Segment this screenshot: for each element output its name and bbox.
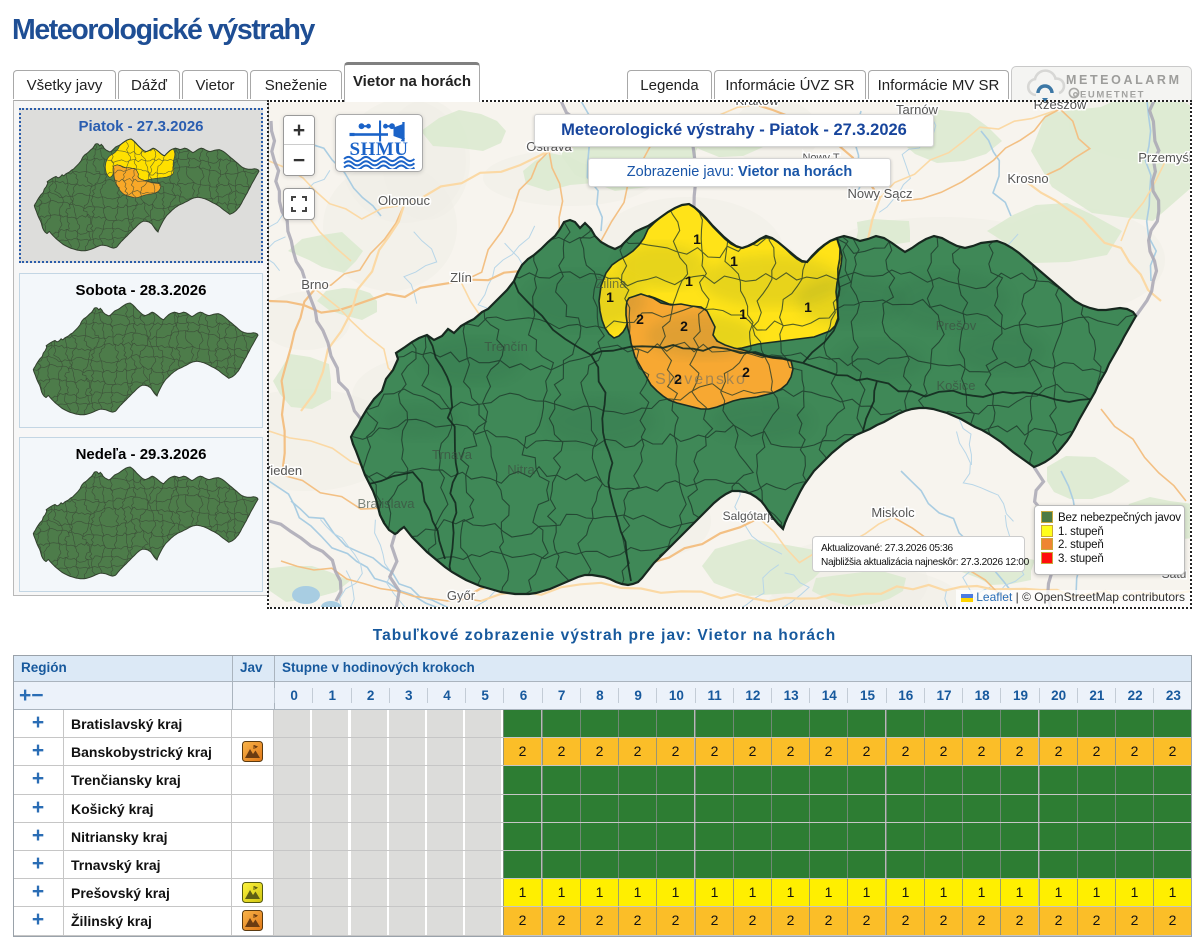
- svg-text:EUMETNET: EUMETNET: [1080, 90, 1145, 101]
- svg-text:Győr: Győr: [447, 588, 476, 603]
- svg-text:Brno: Brno: [301, 277, 328, 292]
- svg-text:Košice: Košice: [936, 378, 975, 393]
- svg-text:Nowy Sącz: Nowy Sącz: [847, 186, 912, 201]
- svg-text:1: 1: [606, 289, 614, 305]
- svg-text:Nitra: Nitra: [507, 462, 535, 477]
- svg-text:Rzeszów: Rzeszów: [1034, 102, 1087, 112]
- svg-text:Olomouc: Olomouc: [378, 193, 431, 208]
- svg-text:Trnava: Trnava: [432, 447, 473, 462]
- svg-text:1: 1: [739, 306, 747, 322]
- svg-text:Przemyśl: Przemyśl: [1138, 150, 1192, 165]
- svg-text:METEOALARM: METEOALARM: [1066, 73, 1182, 87]
- svg-text:Bratislava: Bratislava: [357, 496, 415, 511]
- svg-text:1: 1: [685, 273, 693, 289]
- svg-text:2: 2: [674, 371, 682, 387]
- svg-text:2: 2: [636, 311, 644, 327]
- svg-text:Zlín: Zlín: [450, 270, 472, 285]
- svg-text:2: 2: [680, 318, 688, 334]
- svg-text:Miskolc: Miskolc: [871, 505, 915, 520]
- svg-text:Kraków: Kraków: [735, 102, 779, 108]
- svg-text:Krosno: Krosno: [1007, 171, 1048, 186]
- svg-text:1: 1: [693, 231, 701, 247]
- svg-text:2: 2: [742, 364, 750, 380]
- svg-text:Slovensko: Slovensko: [655, 371, 747, 388]
- svg-text:Vieden: Vieden: [269, 463, 302, 478]
- svg-text:1: 1: [730, 253, 738, 269]
- svg-text:1: 1: [804, 299, 812, 315]
- svg-text:Trenčín: Trenčín: [484, 339, 528, 354]
- svg-text:Prešov: Prešov: [936, 318, 977, 333]
